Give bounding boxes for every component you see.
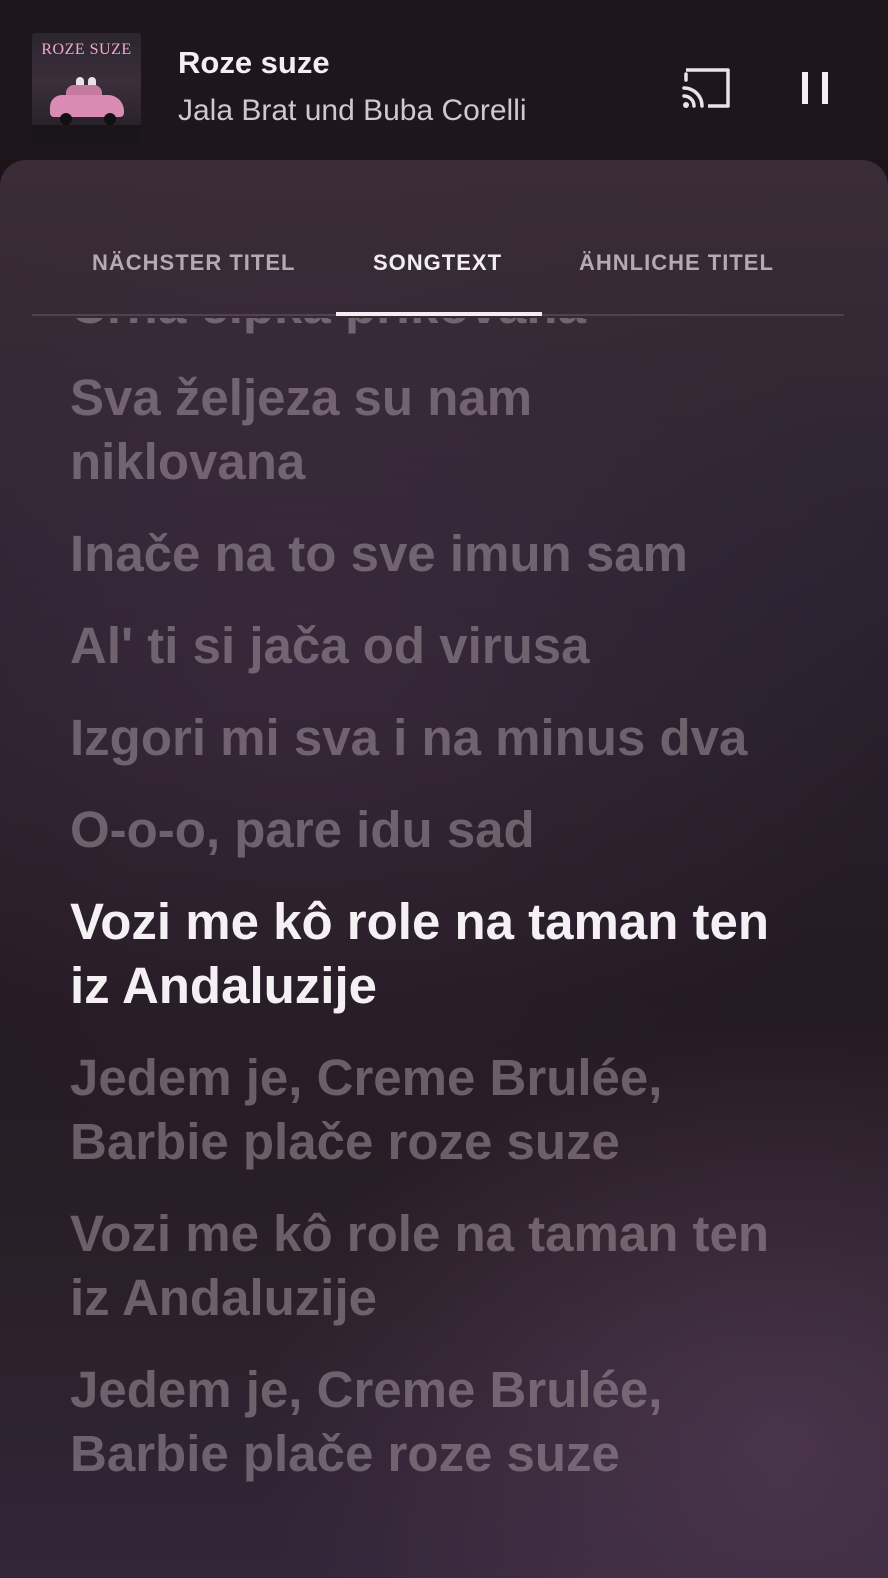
lyric-line: Al' ti si jača od virusa (70, 617, 590, 674)
lyrics-screen: ROZE SUZE Roze suze Jala Brat und Buba C… (0, 0, 888, 1578)
pause-button[interactable] (792, 62, 838, 114)
lyric-line: Izgori mi sva i na minus dva (70, 709, 748, 766)
lyric-line: Vozi me kô role na taman ten iz Andaluzi… (70, 1205, 770, 1326)
tab-lyrics[interactable]: SONGTEXT (373, 250, 502, 276)
cast-icon (682, 68, 730, 108)
album-art-wheel (60, 113, 72, 125)
lyrics-sheet: NÄCHSTER TITEL SONGTEXT ÄHNLICHE TITEL C… (0, 160, 888, 1578)
tab-bar: NÄCHSTER TITEL SONGTEXT ÄHNLICHE TITEL (32, 220, 844, 316)
album-art-ground (32, 125, 141, 143)
track-artist[interactable]: Jala Brat und Buba Corelli (178, 94, 527, 128)
mini-player[interactable]: ROZE SUZE Roze suze Jala Brat und Buba C… (0, 0, 888, 160)
tab-related[interactable]: ÄHNLICHE TITEL (579, 250, 774, 276)
album-art-wheel (104, 113, 116, 125)
lyric-line: Jedem je, Creme Brulée, Barbie plače roz… (70, 1049, 663, 1170)
lyric-line-current: Vozi me kô role na taman ten iz Andaluzi… (70, 893, 770, 1014)
album-art[interactable]: ROZE SUZE (32, 33, 141, 143)
tab-next-track[interactable]: NÄCHSTER TITEL (92, 250, 295, 276)
album-art-title: ROZE SUZE (41, 41, 132, 58)
lyrics-list: Crna čipka prikovana Sva željeza su nam … (70, 318, 770, 1514)
lyric-line: Sva željeza su nam niklovana (70, 369, 533, 490)
track-title[interactable]: Roze suze (178, 45, 330, 81)
active-tab-indicator (336, 312, 542, 316)
lyric-line: O-o-o, pare idu sad (70, 801, 535, 858)
lyrics-scroll-area[interactable]: Crna čipka prikovana Sva željeza su nam … (0, 318, 888, 1578)
lyric-line: Jedem je, Creme Brulée, Barbie plače roz… (70, 1361, 663, 1482)
lyric-line: Crna čipka prikovana (70, 318, 770, 338)
lyric-line: Inače na to sve imun sam (70, 525, 688, 582)
pause-icon (802, 72, 828, 104)
cast-button[interactable] (680, 66, 732, 112)
